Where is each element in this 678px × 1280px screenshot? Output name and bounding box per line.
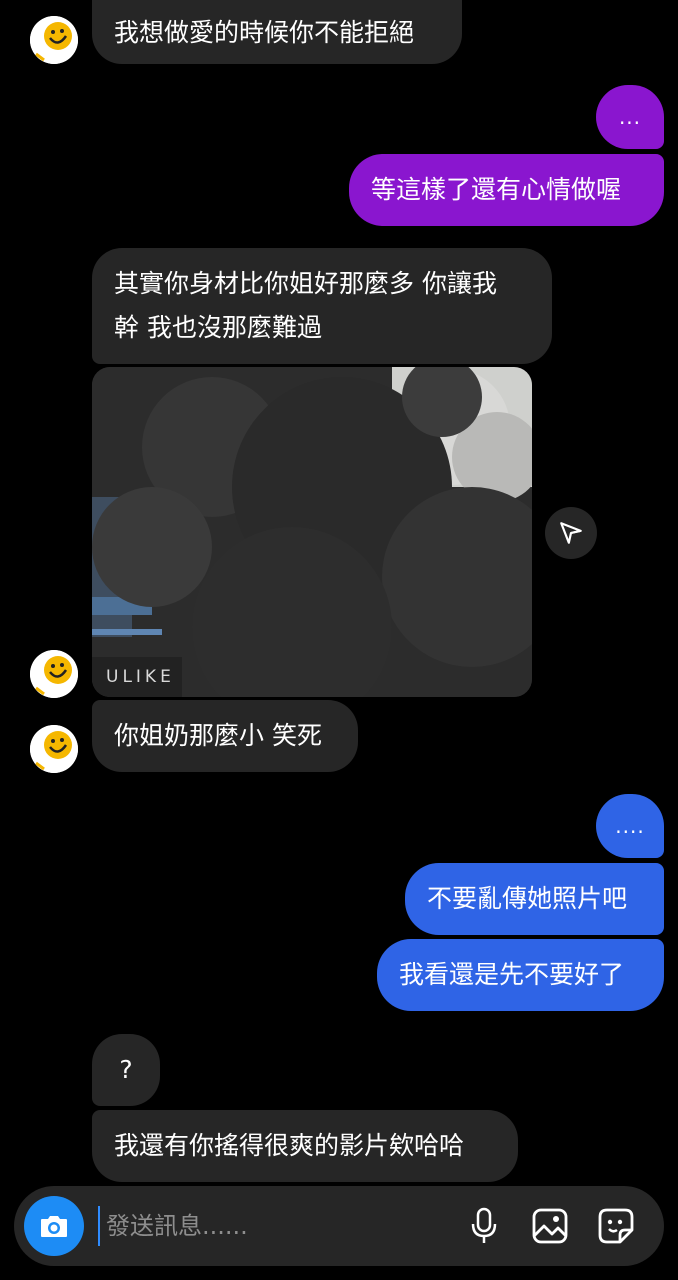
message-text: .... (615, 814, 645, 838)
message-text-line: 幹 我也沒那麼難過 (114, 313, 322, 342)
camera-icon (41, 1216, 67, 1237)
message-text: 我還有你搖得很爽的影片欸哈哈 (114, 1131, 465, 1160)
sticker-icon (598, 1208, 634, 1244)
smiley-emoji-icon (30, 650, 78, 698)
camera-button[interactable] (24, 1196, 84, 1256)
message-text: ? (119, 1055, 133, 1084)
send-arrow-icon (560, 522, 582, 544)
smiley-emoji-icon (30, 16, 78, 64)
incoming-message[interactable]: 其實你身材比你姐好那麼多 你讓我 幹 我也沒那麼難過 (92, 248, 552, 364)
sticker-button[interactable] (594, 1204, 638, 1248)
message-text: 不要亂傳她照片吧 (427, 884, 628, 913)
outgoing-message-collapsed[interactable]: ... (596, 85, 664, 149)
message-text: 我看還是先不要好了 (399, 960, 625, 989)
message-input[interactable] (98, 1206, 446, 1246)
message-composer (14, 1186, 664, 1266)
sender-avatar[interactable] (30, 650, 78, 698)
image-icon (532, 1208, 568, 1244)
incoming-message[interactable]: 我想做愛的時候你不能拒絕 (92, 0, 462, 64)
incoming-message[interactable]: ? (92, 1034, 160, 1106)
message-text: 你姐奶那麼小 笑死 (114, 721, 322, 750)
outgoing-message-collapsed[interactable]: .... (596, 794, 664, 858)
message-text: 我想做愛的時候你不能拒絕 (114, 18, 415, 47)
incoming-message[interactable]: 你姐奶那麼小 笑死 (92, 700, 358, 772)
message-text: ... (618, 105, 642, 129)
message-text-line: 其實你身材比你姐好那麼多 你讓我 (114, 269, 497, 298)
microphone-icon (471, 1207, 497, 1243)
media-watermark-label: ULIKE (106, 667, 175, 687)
gallery-button[interactable] (528, 1204, 572, 1248)
incoming-message[interactable]: 我還有你搖得很爽的影片欸哈哈 (92, 1110, 518, 1182)
smiley-emoji-icon (30, 725, 78, 773)
voice-message-button[interactable] (462, 1204, 506, 1248)
message-text: 等這樣了還有心情做喔 (371, 175, 622, 204)
outgoing-message[interactable]: 等這樣了還有心情做喔 (349, 154, 664, 226)
outgoing-message[interactable]: 我看還是先不要好了 (377, 939, 664, 1011)
shared-image[interactable]: ULIKE (92, 367, 532, 697)
sender-avatar[interactable] (30, 16, 78, 64)
sender-avatar[interactable] (30, 725, 78, 773)
image-thumbnail (92, 367, 532, 697)
share-button[interactable] (545, 507, 597, 559)
outgoing-message[interactable]: 不要亂傳她照片吧 (405, 863, 664, 935)
